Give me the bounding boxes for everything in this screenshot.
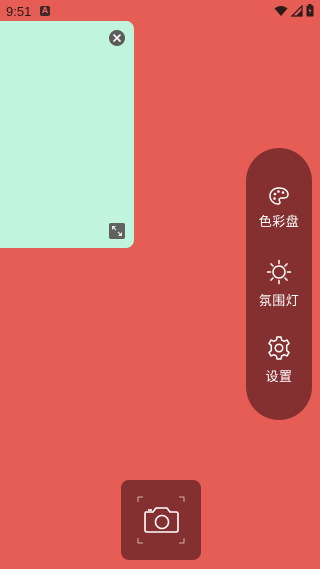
menu-item-label: 色彩盘 (258, 215, 300, 230)
camera-icon (137, 496, 185, 544)
status-time: 9:51 (6, 4, 32, 19)
close-preview-button[interactable] (109, 30, 125, 46)
system-icons (274, 4, 314, 17)
battery-icon (306, 4, 314, 17)
camera-capture-button[interactable] (121, 480, 201, 560)
sun-icon (266, 259, 292, 285)
menu-item-label: 氛围灯 (258, 294, 300, 309)
palette-icon (269, 187, 289, 205)
menu-item-ambient-light[interactable]: 氛围灯 (246, 259, 312, 309)
menu-item-label: 设置 (265, 370, 293, 385)
gear-icon (268, 336, 290, 360)
expand-icon (112, 226, 122, 236)
wifi-icon (274, 5, 288, 16)
side-menu: 色彩盘 氛围灯 设置 (246, 148, 312, 420)
menu-item-palette[interactable]: 色彩盘 (246, 186, 312, 230)
signal-icon (291, 4, 303, 17)
expand-preview-button[interactable] (109, 223, 125, 239)
preview-window[interactable] (0, 21, 134, 248)
menu-item-settings[interactable]: 设置 (246, 335, 312, 385)
notification-icon: A (40, 6, 50, 16)
close-icon (113, 34, 121, 42)
